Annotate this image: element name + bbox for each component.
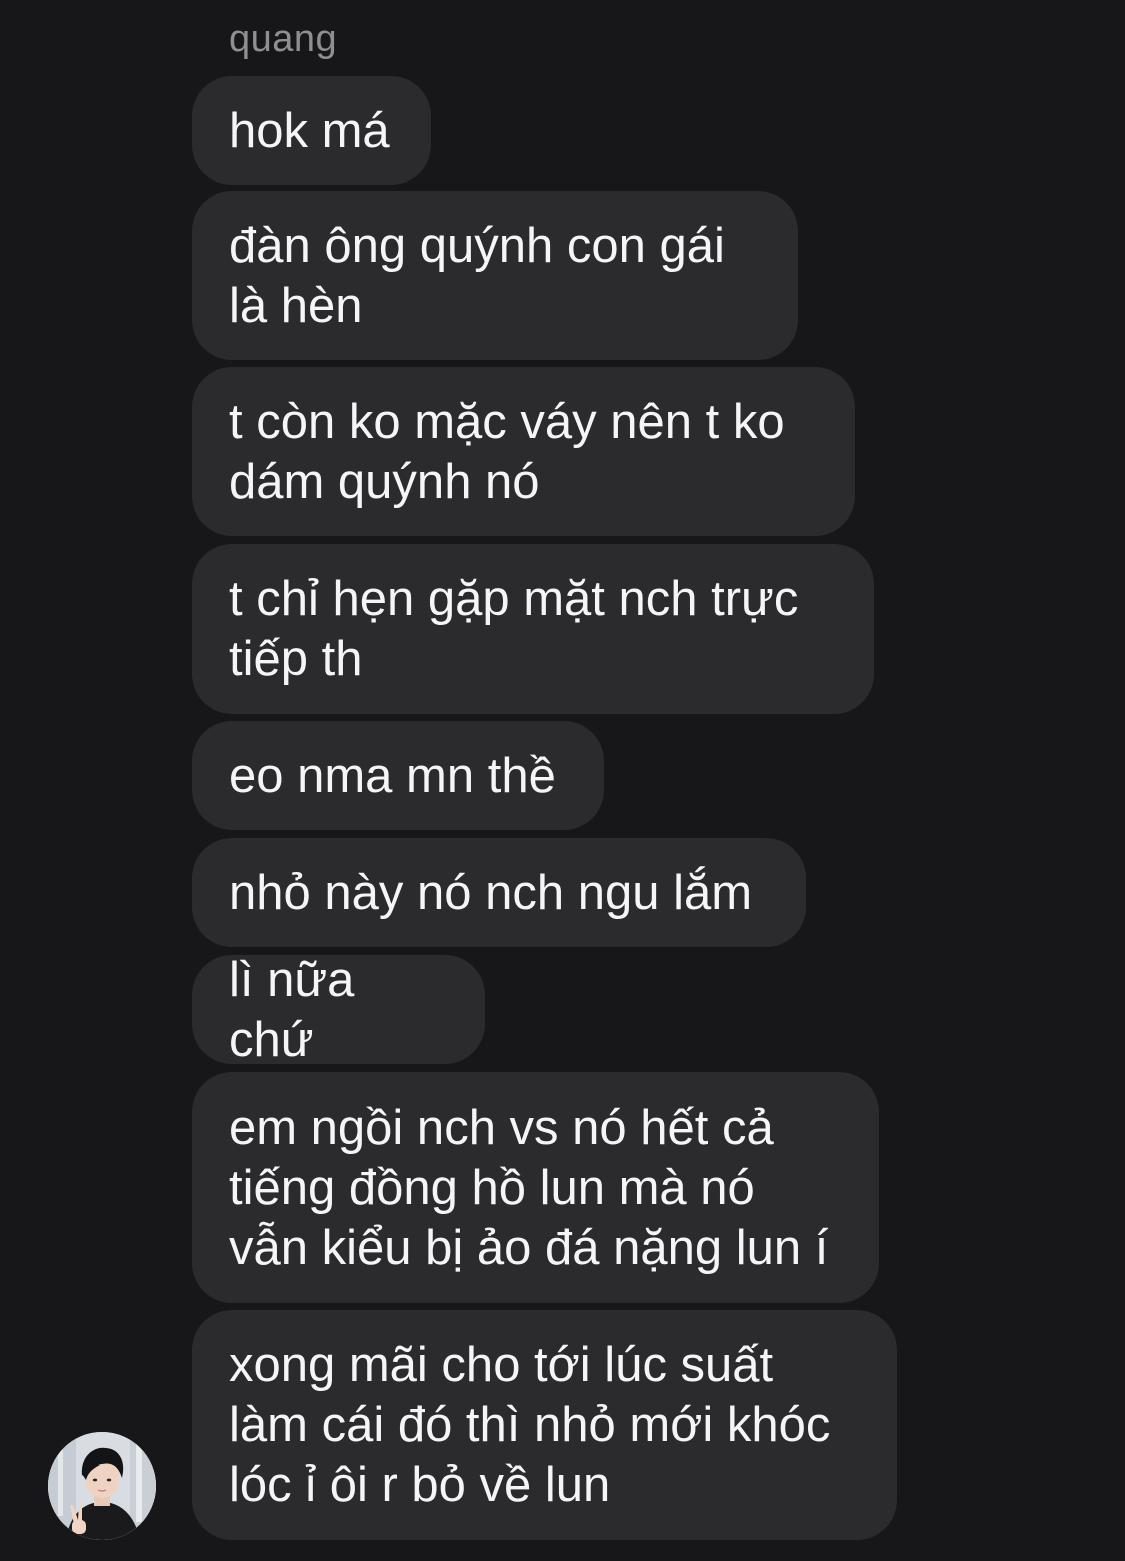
message-bubble[interactable]: lì nữa chứ xyxy=(192,953,485,1067)
message-bubble[interactable]: t còn ko mặc váy nên t ko dám quýnh nó xyxy=(192,367,855,536)
avatar[interactable] xyxy=(48,1432,156,1540)
message-text: eo nma mn thề xyxy=(229,748,556,803)
message-bubble[interactable]: xong mãi cho tới lúc suất làm cái đó thì… xyxy=(192,1310,897,1540)
message-text: nhỏ này nó nch ngu lắm xyxy=(229,865,753,920)
message-text: em ngồi nch vs nó hết cả tiếng đồng hồ l… xyxy=(229,1100,829,1275)
sender-name: quang xyxy=(229,18,338,60)
message-bubble[interactable]: hok má xyxy=(192,76,431,185)
message-text: t chỉ hẹn gặp mặt nch trực tiếp th xyxy=(229,572,799,686)
message-bubble[interactable]: t chỉ hẹn gặp mặt nch trực tiếp th xyxy=(192,544,874,714)
message-text: lì nữa chứ xyxy=(229,952,355,1067)
message-bubble[interactable]: em ngồi nch vs nó hết cả tiếng đồng hồ l… xyxy=(192,1072,879,1303)
message-text: hok má xyxy=(229,103,390,158)
user-avatar-photo-icon xyxy=(48,1432,156,1540)
message-bubble[interactable]: nhỏ này nó nch ngu lắm xyxy=(192,838,806,947)
message-text: đàn ông quýnh con gái là hèn xyxy=(229,218,725,333)
message-text: t còn ko mặc váy nên t ko dám quýnh nó xyxy=(229,394,785,509)
message-bubble[interactable]: eo nma mn thề xyxy=(192,721,604,830)
message-bubble[interactable]: đàn ông quýnh con gái là hèn xyxy=(192,191,798,360)
message-text: xong mãi cho tới lúc suất làm cái đó thì… xyxy=(229,1338,831,1512)
